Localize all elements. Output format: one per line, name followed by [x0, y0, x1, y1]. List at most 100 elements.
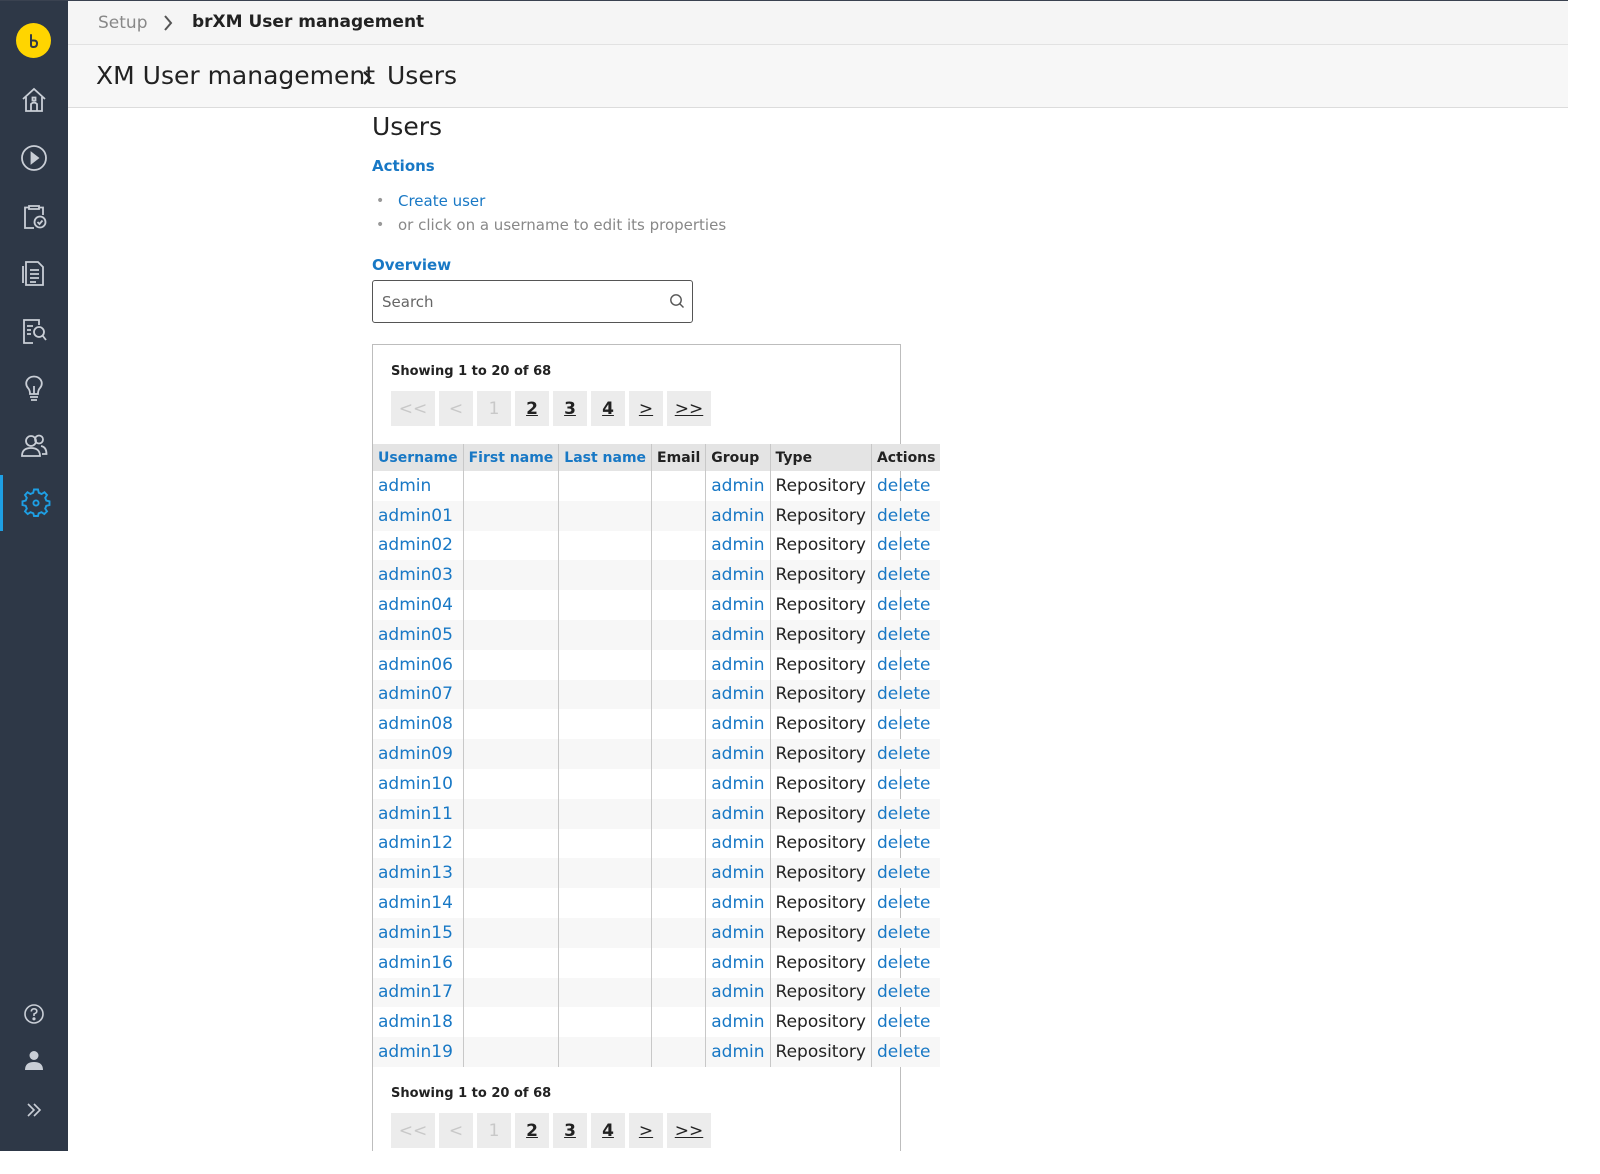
group-link[interactable]: admin [711, 565, 764, 585]
group-link[interactable]: admin [711, 684, 764, 704]
delete-link[interactable]: delete [877, 1012, 931, 1032]
table-cell [558, 679, 653, 710]
username-link[interactable]: admin06 [378, 655, 453, 675]
username-link[interactable]: admin17 [378, 982, 453, 1002]
group-link[interactable]: admin [711, 1012, 764, 1032]
group-link[interactable]: admin [711, 804, 764, 824]
delete-link[interactable]: delete [877, 595, 931, 615]
delete-link[interactable]: delete [877, 923, 931, 943]
delete-link[interactable]: delete [877, 1042, 931, 1062]
delete-link[interactable]: delete [877, 714, 931, 734]
group-link[interactable]: admin [711, 625, 764, 645]
username-link[interactable]: admin11 [378, 804, 453, 824]
nav-content[interactable] [0, 245, 68, 301]
group-link[interactable]: admin [711, 655, 764, 675]
page-4-button[interactable]: 4 [591, 391, 625, 426]
group-link[interactable]: admin [711, 535, 764, 555]
nav-expand[interactable] [0, 1090, 68, 1130]
breadcrumb-setup[interactable]: Setup [98, 13, 147, 33]
group-link[interactable]: admin [711, 744, 764, 764]
username-link[interactable]: admin09 [378, 744, 453, 764]
delete-link[interactable]: delete [877, 506, 931, 526]
col-last-name[interactable]: Last name [558, 444, 653, 471]
nav-setup[interactable] [0, 475, 68, 531]
username-link[interactable]: admin19 [378, 1042, 453, 1062]
delete-link[interactable]: delete [877, 655, 931, 675]
nav-documents-search[interactable] [0, 303, 68, 359]
group-link[interactable]: admin [711, 863, 764, 883]
username-link[interactable]: admin14 [378, 893, 453, 913]
delete-link[interactable]: delete [877, 804, 931, 824]
nav-home[interactable] [0, 72, 68, 128]
username-link[interactable]: admin03 [378, 565, 453, 585]
username-link[interactable]: admin [378, 476, 431, 496]
page-title: Users [372, 112, 443, 141]
header-title[interactable]: XM User management [96, 61, 375, 90]
search-input[interactable] [382, 293, 652, 311]
nav-insights[interactable] [0, 360, 68, 416]
group-link[interactable]: admin [711, 982, 764, 1002]
nav-help[interactable] [0, 994, 68, 1034]
page-4-button[interactable]: 4 [591, 1113, 625, 1148]
delete-link[interactable]: delete [877, 684, 931, 704]
username-link[interactable]: admin05 [378, 625, 453, 645]
delete-link[interactable]: delete [877, 476, 931, 496]
col-username[interactable]: Username [373, 444, 464, 471]
brxm-logo[interactable] [16, 23, 51, 58]
group-link[interactable]: admin [711, 923, 764, 943]
username-link[interactable]: admin10 [378, 774, 453, 794]
page-2-button[interactable]: 2 [515, 391, 549, 426]
username-link[interactable]: admin12 [378, 833, 453, 853]
table-cell [558, 977, 653, 1008]
group-link[interactable]: admin [711, 1042, 764, 1062]
username-link[interactable]: admin15 [378, 923, 453, 943]
group-link[interactable]: admin [711, 714, 764, 734]
next-page-button[interactable]: > [629, 391, 663, 426]
table-cell [558, 917, 653, 948]
list-item: or click on a username to edit its prope… [376, 216, 726, 240]
page-2-button[interactable]: 2 [515, 1113, 549, 1148]
delete-link[interactable]: delete [877, 833, 931, 853]
group-link[interactable]: admin [711, 506, 764, 526]
last-page-button[interactable]: >> [667, 1113, 711, 1148]
delete-link[interactable]: delete [877, 535, 931, 555]
username-link[interactable]: admin18 [378, 1012, 453, 1032]
group-link[interactable]: admin [711, 595, 764, 615]
last-page-button[interactable]: >> [667, 391, 711, 426]
delete-link[interactable]: delete [877, 953, 931, 973]
chevron-right-icon [363, 71, 372, 85]
nav-audiences[interactable] [0, 417, 68, 473]
delete-link[interactable]: delete [877, 893, 931, 913]
col-first-name[interactable]: First name [463, 444, 560, 471]
delete-link[interactable]: delete [877, 863, 931, 883]
search-icon[interactable] [669, 293, 685, 309]
group-link[interactable]: admin [711, 774, 764, 794]
username-link[interactable]: admin07 [378, 684, 453, 704]
username-link[interactable]: admin01 [378, 506, 453, 526]
table-cell: admin10 [373, 768, 464, 799]
delete-link[interactable]: delete [877, 982, 931, 1002]
pagination-top: << < 1 2 3 4 > >> [391, 391, 711, 426]
username-link[interactable]: admin08 [378, 714, 453, 734]
group-link[interactable]: admin [711, 953, 764, 973]
username-link[interactable]: admin13 [378, 863, 453, 883]
table-row: admin16 admin Repository delete [373, 947, 940, 978]
group-link[interactable]: admin [711, 833, 764, 853]
nav-experience[interactable] [0, 130, 68, 186]
delete-link[interactable]: delete [877, 744, 931, 764]
create-user-link[interactable]: Create user [398, 192, 485, 210]
delete-link[interactable]: delete [877, 625, 931, 645]
delete-link[interactable]: delete [877, 774, 931, 794]
username-link[interactable]: admin16 [378, 953, 453, 973]
page-3-button[interactable]: 3 [553, 391, 587, 426]
group-link[interactable]: admin [711, 476, 764, 496]
username-link[interactable]: admin04 [378, 595, 453, 615]
page-3-button[interactable]: 3 [553, 1113, 587, 1148]
nav-projects[interactable] [0, 188, 68, 244]
delete-link[interactable]: delete [877, 565, 931, 585]
username-link[interactable]: admin02 [378, 535, 453, 555]
group-link[interactable]: admin [711, 893, 764, 913]
nav-user[interactable] [0, 1040, 68, 1080]
next-page-button[interactable]: > [629, 1113, 663, 1148]
type-cell: Repository [775, 982, 866, 1003]
